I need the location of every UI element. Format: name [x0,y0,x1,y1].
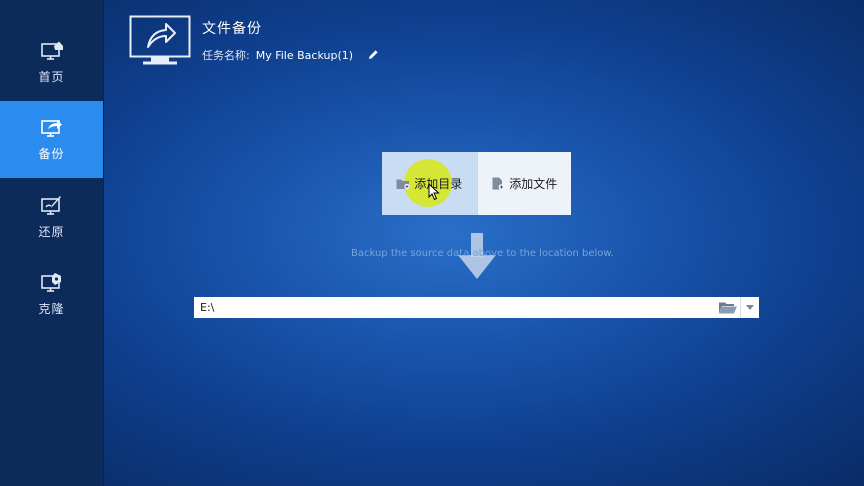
add-file-button[interactable]: 添加文件 [476,152,572,215]
sidebar-item-backup[interactable]: 备份 [0,101,103,178]
sidebar-item-label: 还原 [38,225,65,239]
home-monitor-icon [40,41,63,60]
add-file-label: 添加文件 [509,177,558,191]
sidebar: 首页 备份 还原 克隆 [0,0,104,486]
sidebar-item-label: 备份 [38,147,65,161]
sidebar-item-label: 克隆 [38,302,65,316]
sidebar-item-home[interactable]: 首页 [0,24,103,101]
restore-monitor-icon [40,196,61,215]
destination-path-field [194,297,759,318]
sidebar-item-label: 首页 [38,70,65,84]
source-selection: 添加目录 添加文件 [382,152,571,215]
backup-hint-text: Backup the source data above to the loca… [351,248,614,259]
sidebar-item-restore[interactable]: 还原 [0,179,103,256]
add-folder-icon [396,179,410,189]
backup-monitor-icon [40,120,62,137]
task-name-row: 任务名称: My File Backup(1) [202,47,379,63]
mouse-cursor-icon [428,183,440,201]
clone-monitor-icon [40,273,61,292]
browse-folder-button[interactable] [716,297,740,318]
task-name-label: 任务名称: [202,49,250,62]
pencil-icon[interactable] [367,49,379,61]
file-backup-monitor-icon [129,15,191,65]
destination-dropdown-button[interactable] [740,297,759,318]
task-name-value: My File Backup(1) [255,48,354,62]
open-folder-icon [719,302,737,313]
chevron-down-icon [746,305,754,310]
app-window: 首页 备份 还原 克隆 文件备份 任务名称: My File Backup(1)… [0,0,864,486]
destination-path-input[interactable] [194,298,716,317]
sidebar-item-clone[interactable]: 克隆 [0,256,103,333]
page-title: 文件备份 [202,21,262,37]
add-file-icon [492,177,505,190]
